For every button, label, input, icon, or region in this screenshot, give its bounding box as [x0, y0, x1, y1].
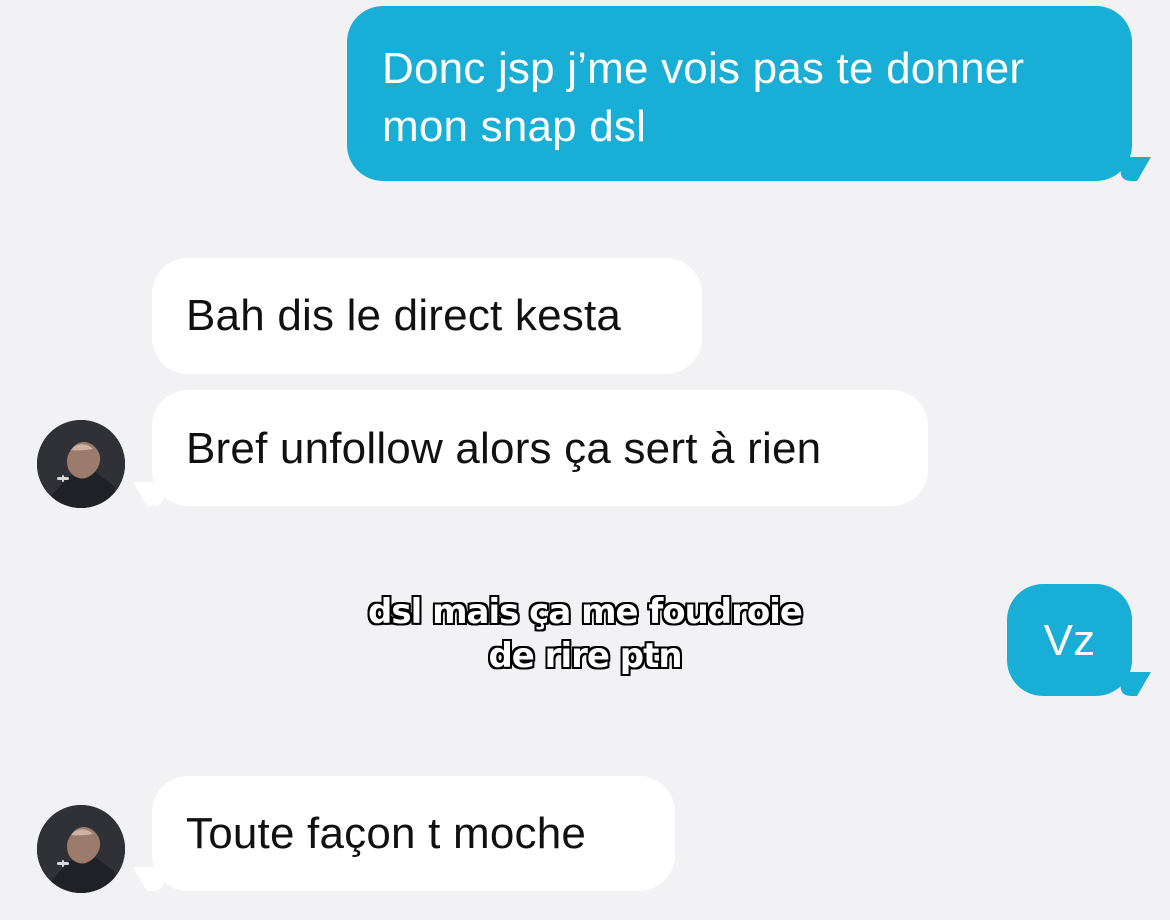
message-text: Bah dis le direct kesta [186, 291, 622, 340]
overlay-caption: dsl mais ça me foudroie de rire ptn [365, 590, 805, 678]
message-text: Vz [1043, 616, 1096, 665]
message-text: Bref unfollow alors ça sert à rien [186, 424, 822, 473]
message-bubble-received[interactable]: Bref unfollow alors ça sert à rien [152, 390, 928, 506]
message-bubble-received[interactable]: Toute façon t moche [152, 776, 675, 891]
message-text: Toute façon t moche [186, 809, 587, 858]
message-bubble-received[interactable]: Bah dis le direct kesta [152, 258, 702, 374]
overlay-caption-line: dsl mais ça me foudroie [368, 592, 803, 632]
chat-thread: Donc jsp j’me vois pas te donner mon sna… [0, 0, 1170, 920]
avatar-image [37, 420, 125, 508]
contact-avatar[interactable] [37, 420, 125, 508]
overlay-caption-line: de rire ptn [488, 636, 682, 676]
message-text: Donc jsp j’me vois pas te donner mon sna… [382, 44, 1025, 151]
message-bubble-sent[interactable]: Donc jsp j’me vois pas te donner mon sna… [347, 6, 1132, 181]
message-bubble-sent[interactable]: Vz [1007, 584, 1132, 696]
contact-avatar[interactable] [37, 805, 125, 893]
avatar-image [37, 805, 125, 893]
